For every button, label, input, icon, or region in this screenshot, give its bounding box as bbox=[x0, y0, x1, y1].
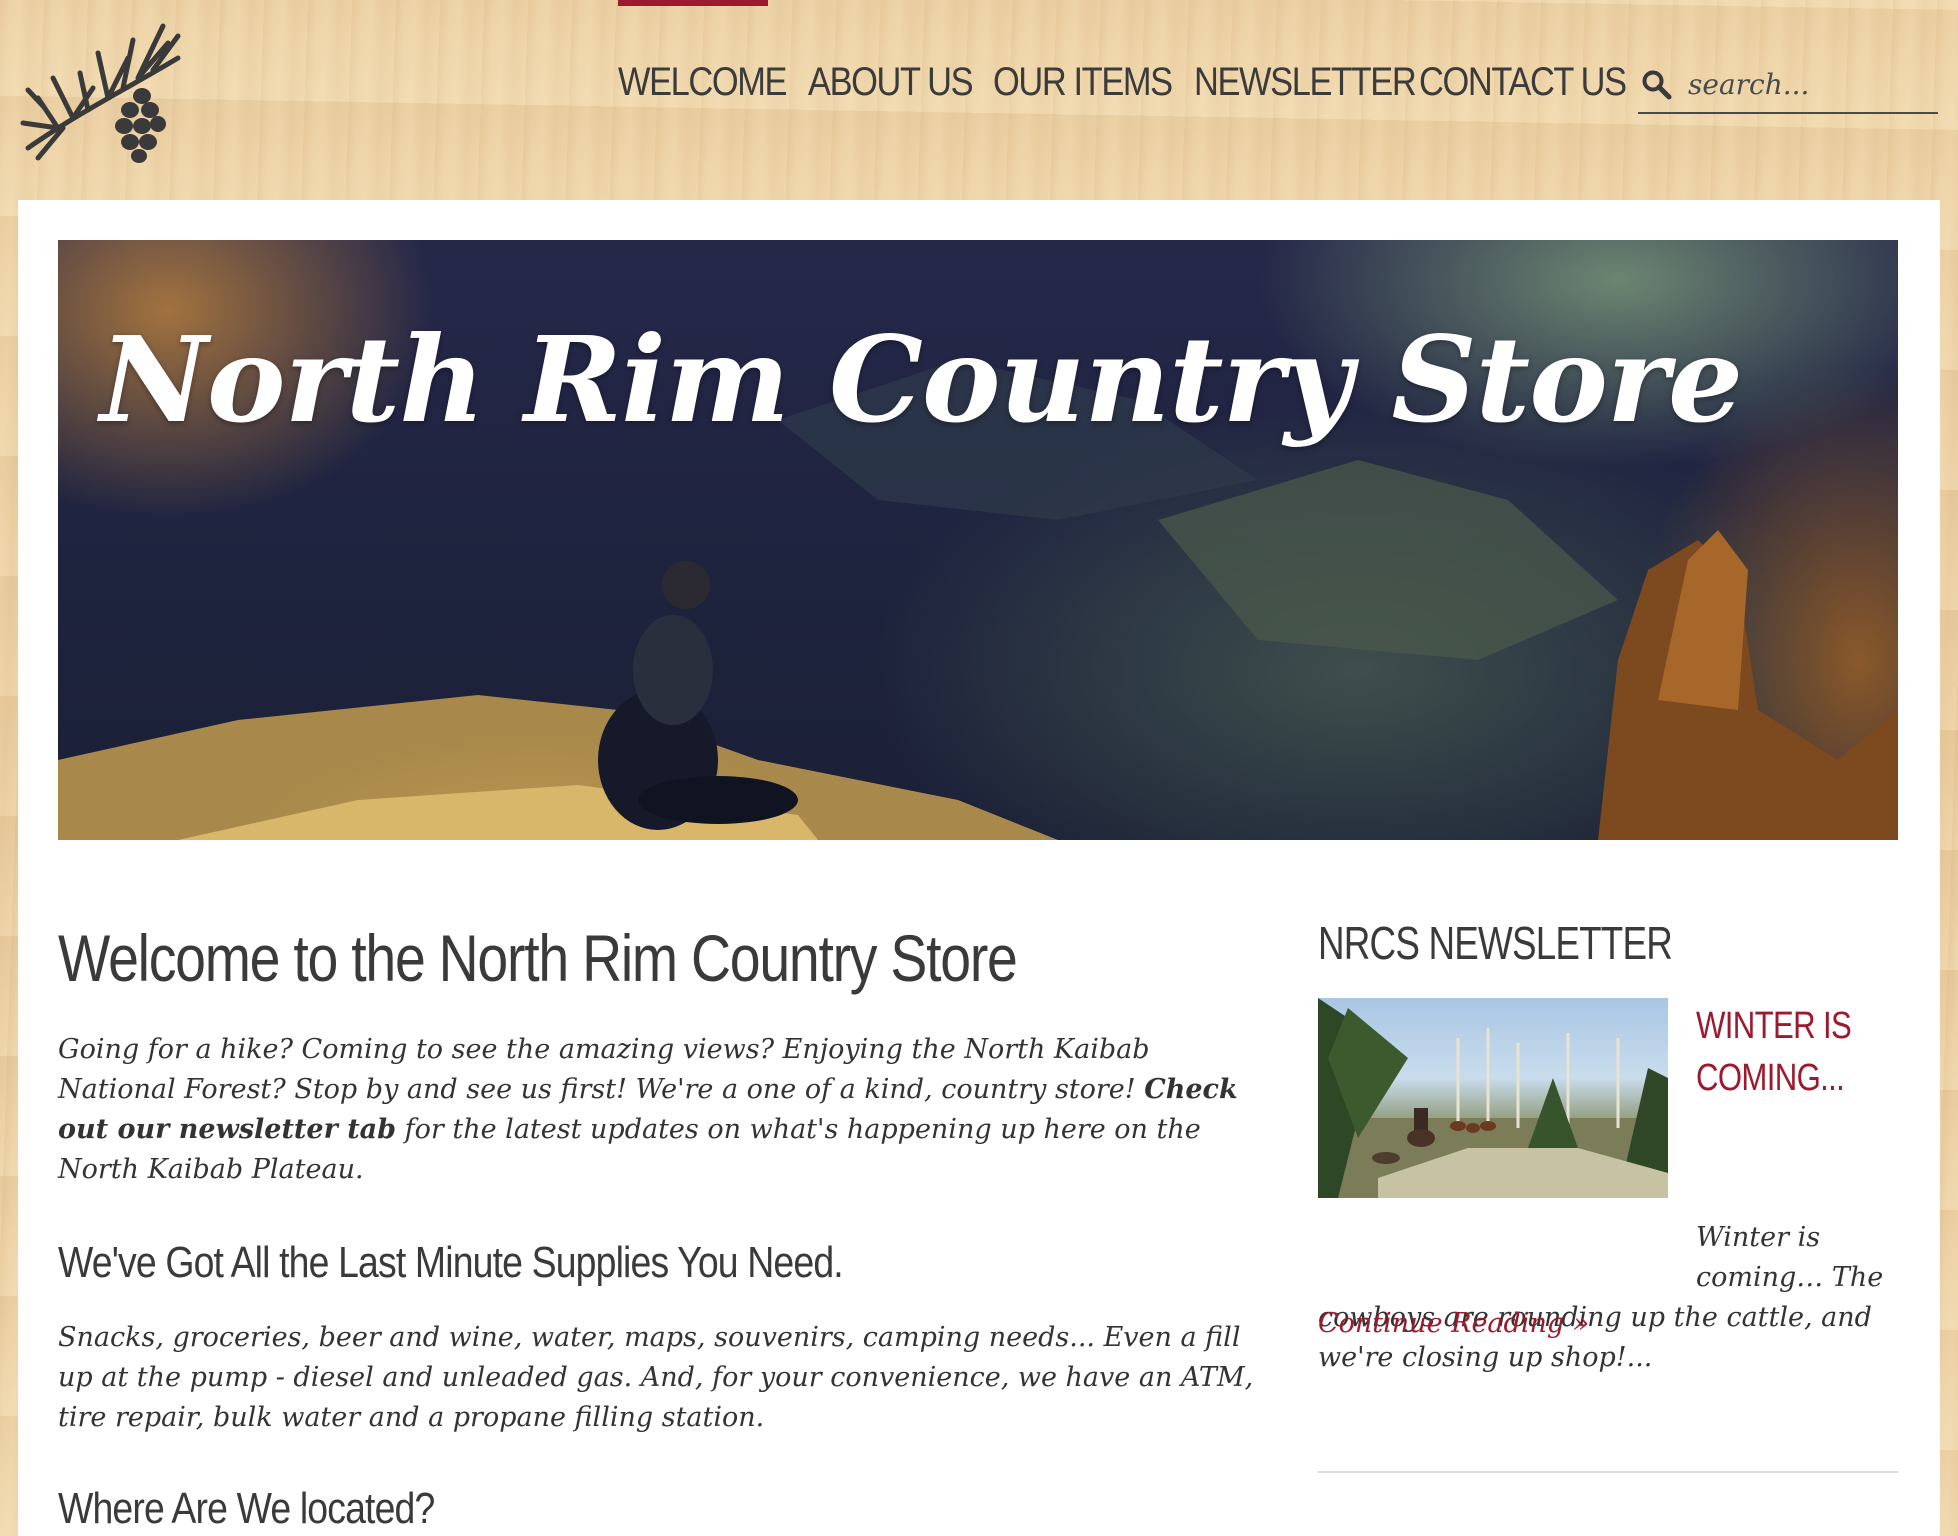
continue-reading-link[interactable]: Continue Reading » bbox=[1318, 1308, 1589, 1339]
newsletter-post-thumbnail[interactable] bbox=[1318, 998, 1668, 1198]
nav-item-contact-us[interactable]: CONTACT US bbox=[1419, 60, 1627, 105]
nav-item-newsletter[interactable]: NEWSLETTER bbox=[1194, 60, 1417, 105]
nav-active-indicator bbox=[618, 0, 768, 6]
search-icon[interactable] bbox=[1640, 68, 1672, 100]
newsletter-post-title-link[interactable]: WINTER IS COMING... bbox=[1696, 1000, 1876, 1104]
excerpt-spacer bbox=[1318, 1218, 1696, 1298]
supplies-heading: We've Got All the Last Minute Supplies Y… bbox=[58, 1238, 844, 1287]
nav-item-our-items[interactable]: OUR ITEMS bbox=[993, 60, 1173, 105]
intro-text-1: Going for a hike? Coming to see the amaz… bbox=[58, 1034, 1150, 1105]
supplies-paragraph: Snacks, groceries, beer and wine, water,… bbox=[58, 1322, 1254, 1433]
nav-item-welcome[interactable]: WELCOME bbox=[618, 60, 787, 105]
page-title: Welcome to the North Rim Country Store bbox=[58, 921, 1018, 995]
nav-item-about-us[interactable]: ABOUT US bbox=[808, 60, 974, 105]
hero-title: North Rim Country Store bbox=[100, 310, 1743, 449]
sidebar-divider bbox=[1318, 1471, 1898, 1473]
search-box bbox=[1638, 60, 1938, 114]
intro-paragraph: Going for a hike? Coming to see the amaz… bbox=[58, 1030, 1258, 1190]
site-header: WELCOME ABOUT US OUR ITEMS NEWSLETTER CO… bbox=[0, 0, 1958, 200]
sidebar-heading: NRCS NEWSLETTER bbox=[1318, 917, 1673, 969]
hero-banner: North Rim Country Store bbox=[58, 240, 1898, 840]
location-heading: Where Are We located? bbox=[58, 1484, 435, 1533]
newsletter-post-excerpt: Winter is coming… The cowboys are roundi… bbox=[1318, 1218, 1898, 1378]
winter-post-image bbox=[1318, 998, 1668, 1198]
search-input[interactable] bbox=[1688, 62, 1928, 106]
content-card: North Rim Country Store Welcome to the N… bbox=[18, 200, 1940, 1536]
pine-branch-logo-icon[interactable] bbox=[18, 18, 183, 164]
